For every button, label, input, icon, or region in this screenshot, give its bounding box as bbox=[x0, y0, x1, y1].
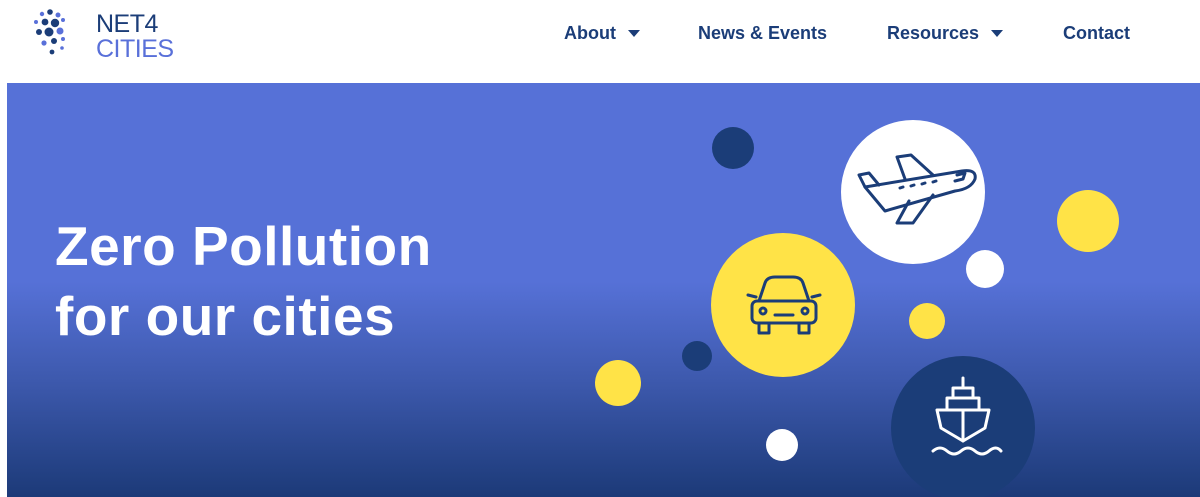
airplane-icon bbox=[841, 120, 985, 264]
nav-contact-label: Contact bbox=[1063, 23, 1130, 43]
nav-news-events[interactable]: News & Events bbox=[698, 23, 827, 44]
logo-dots-icon bbox=[34, 9, 65, 55]
nav-resources-label: Resources bbox=[887, 23, 980, 43]
decorative-dot-yellow bbox=[595, 360, 641, 406]
nav-about[interactable]: About bbox=[564, 23, 640, 44]
decorative-dot-navy bbox=[712, 127, 754, 169]
top-navigation-bar: NET4 CITIES About News & Events Resource… bbox=[0, 0, 1200, 83]
decorative-dot-yellow bbox=[1057, 190, 1119, 252]
logo-text-cities: CITIES bbox=[96, 35, 174, 63]
decorative-dot-yellow bbox=[909, 303, 945, 339]
ship-icon bbox=[891, 356, 1035, 497]
net4cities-logo[interactable]: NET4 CITIES bbox=[32, 6, 202, 66]
logo-text-net4: NET4 bbox=[96, 10, 158, 38]
nav-about-label: About bbox=[564, 23, 616, 43]
decorative-dot-navy bbox=[682, 341, 712, 371]
car-icon bbox=[711, 233, 855, 377]
chevron-down-icon[interactable] bbox=[991, 30, 1004, 37]
chevron-down-icon[interactable] bbox=[627, 30, 640, 37]
nav-news-events-label: News & Events bbox=[698, 23, 828, 43]
hero-illustration bbox=[595, 120, 1119, 497]
decorative-dot-white bbox=[766, 429, 798, 461]
decorative-dot-white bbox=[966, 250, 1004, 288]
nav-contact[interactable]: Contact bbox=[1063, 23, 1130, 44]
nav-resources[interactable]: Resources bbox=[887, 23, 1004, 44]
hero-banner: Zero Pollution for our cities bbox=[7, 83, 1200, 497]
